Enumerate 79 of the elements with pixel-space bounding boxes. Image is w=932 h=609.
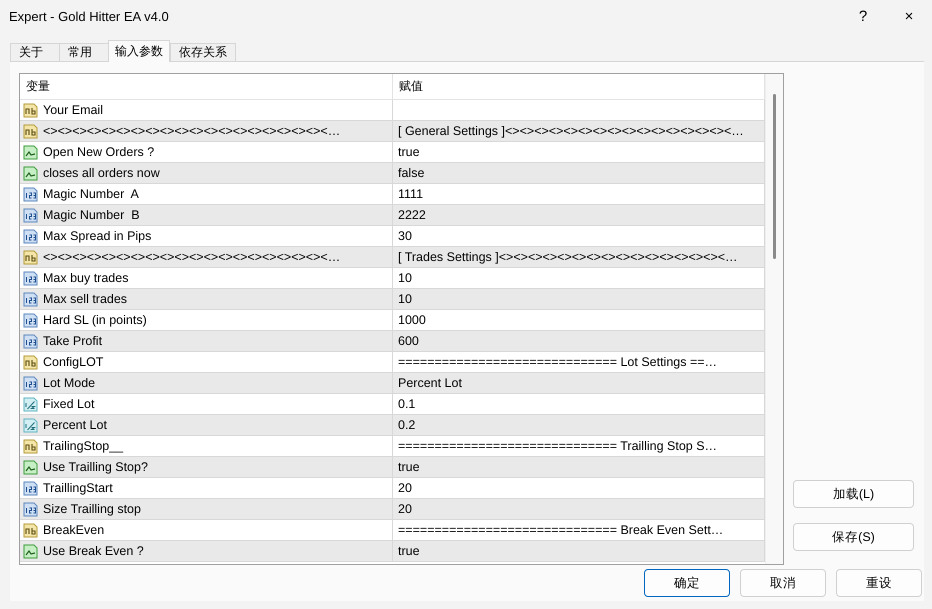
value-text[interactable]: 0.2	[398, 418, 416, 432]
number-type-icon	[23, 502, 38, 516]
side-button[interactable]: 保存(S)	[793, 523, 914, 551]
variable-name: Percent Lot	[43, 418, 107, 432]
number-type-icon	[23, 480, 38, 496]
variable-name: BreakEven	[43, 523, 104, 537]
fraction-type-icon	[23, 396, 38, 412]
number-type-icon	[23, 292, 38, 306]
value-text[interactable]: 30	[398, 229, 412, 243]
dialog-button[interactable]: 确定	[644, 569, 730, 597]
value-text[interactable]: false	[398, 166, 424, 180]
text-type-icon	[23, 250, 38, 264]
number-type-icon	[23, 376, 38, 390]
variable-name: <><><><><><><><><><><><><><><><><><><><…	[43, 124, 340, 138]
fraction-type-icon	[23, 418, 38, 432]
variable-name: Hard SL (in points)	[43, 313, 147, 327]
scrollbar-thumb[interactable]	[773, 94, 776, 259]
variable-name: Use Trailling Stop?	[43, 460, 148, 474]
text-type-icon	[23, 102, 38, 118]
dialog-button[interactable]: 取消	[740, 569, 826, 597]
variable-name: Use Break Even ?	[43, 544, 144, 558]
help-button[interactable]: ?	[840, 0, 886, 33]
close-button[interactable]: ×	[886, 0, 932, 33]
value-text[interactable]: 0.1	[398, 397, 416, 411]
variable-name: Magic Number B	[43, 208, 140, 222]
value-text[interactable]: 600	[398, 334, 419, 348]
variable-name: Max Spread in Pips	[43, 229, 152, 243]
value-text[interactable]: 20	[398, 502, 412, 516]
dialog-button[interactable]: 重设	[836, 569, 922, 597]
tab[interactable]: 关于	[10, 43, 60, 62]
side-button[interactable]: 加载(L)	[793, 480, 914, 508]
value-text[interactable]: 10	[398, 292, 412, 306]
variable-name: Max sell trades	[43, 292, 128, 306]
chart-line-icon	[23, 144, 38, 160]
number-type-icon	[23, 312, 38, 328]
variable-name: TrailingStop__	[43, 439, 124, 453]
value-text[interactable]: [ Trades Settings ]<><><><><><><><><><><><><><><><…	[398, 250, 738, 264]
variable-name: Open New Orders ?	[43, 145, 154, 159]
number-type-icon	[23, 186, 38, 202]
text-type-icon	[23, 438, 38, 454]
chart-line-icon	[23, 544, 38, 558]
variable-name: Take Profit	[43, 334, 102, 348]
value-text[interactable]: 20	[398, 481, 412, 495]
value-text[interactable]: true	[398, 145, 420, 159]
value-text[interactable]: [ General Settings ]<><><><><><><><><><><><><><><><…	[398, 124, 744, 138]
number-type-icon	[23, 334, 38, 348]
chart-line-icon	[23, 460, 38, 474]
value-text[interactable]: 1111	[398, 187, 424, 201]
column-header[interactable]: 变量	[20, 74, 393, 99]
value-text[interactable]: true	[398, 460, 420, 474]
window-title: Expert - Gold Hitter EA v4.0	[8, 9, 170, 24]
tab[interactable]: 依存关系	[170, 43, 236, 62]
value-text[interactable]: Percent Lot	[398, 376, 462, 390]
value-text[interactable]: 1000	[398, 313, 426, 327]
number-type-icon	[23, 228, 38, 244]
number-type-icon	[23, 208, 38, 222]
variable-name: Lot Mode	[43, 376, 96, 390]
value-text[interactable]: ============================== Trailling Stop S…	[398, 439, 718, 453]
variable-name: ConfigLOT	[43, 355, 104, 369]
variable-name: Size Trailling stop	[43, 502, 141, 516]
number-type-icon	[23, 270, 38, 286]
variable-name: TraillingStart	[43, 481, 113, 495]
scrollbar[interactable]	[765, 74, 783, 564]
variable-name: Your Email	[43, 103, 103, 117]
text-type-icon	[23, 522, 38, 538]
value-text[interactable]: 2222	[398, 208, 426, 222]
text-type-icon	[23, 124, 38, 138]
variable-name: closes all orders now	[43, 166, 160, 180]
variable-name: <><><><><><><><><><><><><><><><><><><><…	[43, 250, 340, 264]
tab[interactable]: 输入参数	[108, 40, 170, 62]
chart-line-icon	[23, 166, 38, 180]
text-type-icon	[23, 354, 38, 370]
value-text[interactable]: 10	[398, 271, 412, 285]
value-text[interactable]: ============================== Lot Settings ==…	[398, 355, 718, 369]
variable-name: Fixed Lot	[43, 397, 94, 411]
value-text[interactable]: ============================== Break Even Sett…	[398, 523, 724, 537]
variable-name: Max buy trades	[43, 271, 128, 285]
value-text[interactable]: true	[398, 544, 420, 558]
variable-name: Magic Number A	[43, 187, 139, 201]
